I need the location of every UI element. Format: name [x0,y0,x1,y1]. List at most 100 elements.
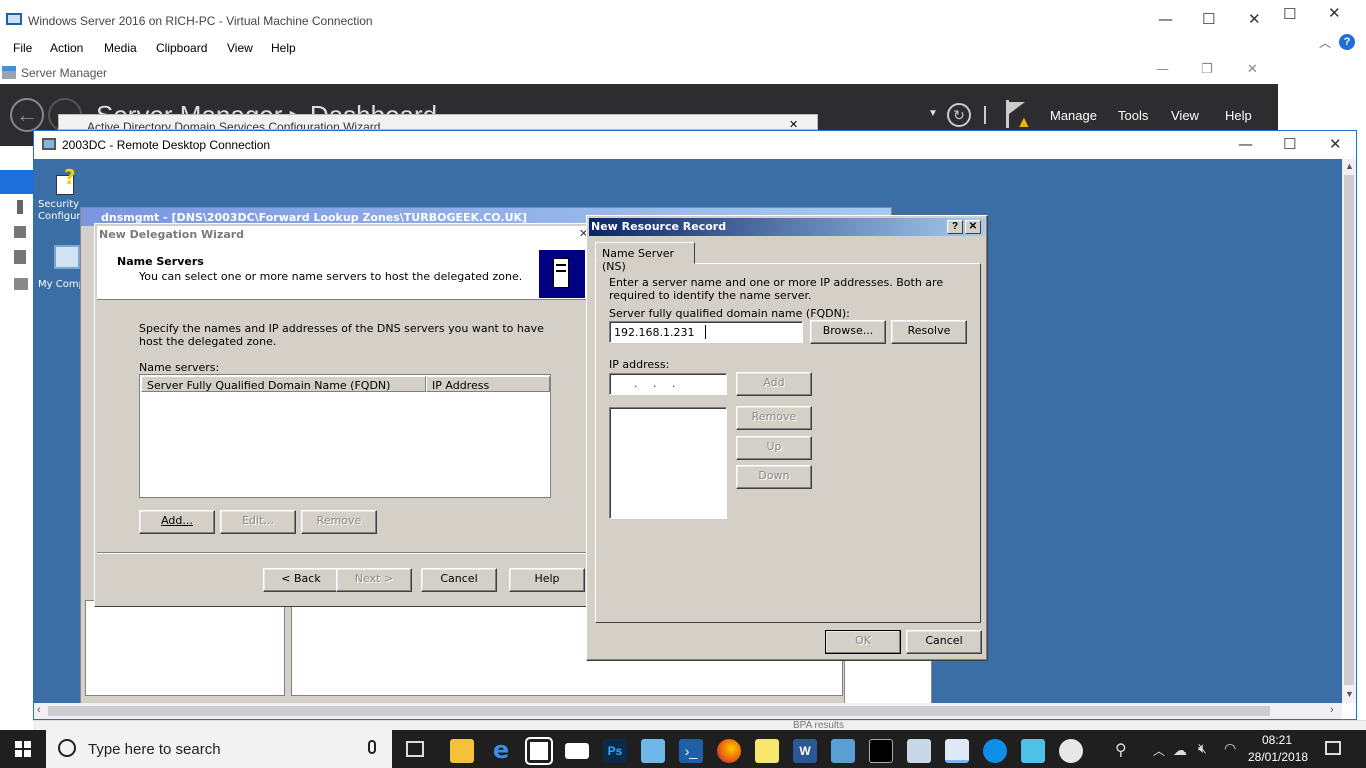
sm-menu-help[interactable]: Help [1225,108,1252,123]
all-servers-icon[interactable] [14,226,26,238]
ad-ds-icon[interactable] [14,250,26,264]
sm-restore-icon[interactable]: ❐ [1201,62,1213,77]
back-button[interactable]: < Back [263,568,339,592]
sticky-notes-icon[interactable] [755,739,779,763]
vm-maximize-icon[interactable]: ☐ [1202,10,1215,28]
mail-icon[interactable] [565,743,589,759]
powershell-icon[interactable]: ›_ [679,739,703,763]
scroll-down-icon[interactable]: ▼ [1345,689,1354,699]
menu-media[interactable]: Media [104,41,137,55]
next-button[interactable]: Next > [336,568,412,592]
microphone-icon[interactable] [368,740,376,754]
file-services-icon[interactable] [14,278,28,290]
scroll-up-icon[interactable]: ▲ [1345,161,1354,171]
name-servers-list[interactable]: Server Fully Qualified Domain Name (FQDN… [139,374,551,498]
hscroll-thumb[interactable] [48,706,1270,716]
remove-button[interactable]: Remove [301,510,377,534]
sm-app-icon [2,66,16,79]
ip-address-input[interactable]: . . . [609,373,727,395]
menu-view[interactable]: View [227,41,253,55]
taskbar: Type here to search e Ps ›_ W ⚲ ︿ ☁ 🔇︎ ◠… [0,730,1366,768]
task-view-icon[interactable] [406,741,424,757]
edge-icon[interactable]: e [489,738,513,763]
dropdown-icon[interactable]: ▼ [928,108,938,119]
monitor-app-icon[interactable] [907,739,931,763]
scroll-left-icon[interactable]: ‹ [37,704,41,716]
rdp-maximize-icon[interactable]: ☐ [1283,135,1296,153]
resolve-button[interactable]: Resolve [891,320,967,344]
clock-date[interactable]: 28/01/2018 [1248,750,1308,764]
my-computer-icon[interactable] [54,245,80,269]
remote-desktop-taskbar-icon[interactable] [945,739,969,763]
teamviewer-icon[interactable] [983,739,1007,763]
sm-menu-manage[interactable]: Manage [1050,108,1097,123]
network-app-icon[interactable] [831,739,855,763]
tab-name-server[interactable]: Name Server (NS) [595,242,695,273]
chevron-up-icon[interactable]: ︿ [1319,34,1331,51]
help-icon[interactable]: ? [1339,34,1355,50]
fqdn-input[interactable]: 192.168.1.231 [609,321,803,343]
dashboard-icon[interactable] [0,170,33,194]
rdp-horizontal-scrollbar[interactable]: ‹ › [34,703,1342,719]
edit-button[interactable]: Edit... [220,510,296,534]
rr-cancel-button[interactable]: Cancel [906,630,982,654]
cmd-icon[interactable] [869,739,893,763]
rdp-close-icon[interactable]: ✕ [1329,135,1342,153]
ip-up-button[interactable]: Up [736,436,812,460]
rr-help-icon[interactable]: ? [947,220,963,234]
security-config-icon[interactable]: ? [52,165,82,197]
file-explorer-icon[interactable] [450,739,474,763]
ip-add-button[interactable]: Add [736,372,812,396]
back-arrow-icon[interactable]: ← [10,98,44,132]
col-header-fqdn[interactable]: Server Fully Qualified Domain Name (FQDN… [141,376,426,392]
action-center-icon[interactable] [1325,741,1341,755]
col-header-ip[interactable]: IP Address [426,376,550,392]
ad-wizard-close-icon[interactable]: ✕ [789,118,798,129]
rdp-minimize-icon[interactable]: — [1238,135,1253,153]
rr-title: New Resource Record [591,220,727,233]
browse-button[interactable]: Browse... [810,320,886,344]
menu-file[interactable]: File [13,41,32,55]
hyperv-icon[interactable] [1021,739,1045,763]
firefox-icon[interactable] [717,739,741,763]
server-app-icon[interactable] [641,739,665,763]
people-icon[interactable]: ⚲ [1115,740,1127,760]
ok-button[interactable]: OK [825,630,901,654]
store-icon[interactable] [527,739,551,763]
refresh-icon[interactable]: ↻ [947,103,971,127]
add-button[interactable]: Add... [139,510,215,534]
volume-muted-icon[interactable]: 🔇︎ [1198,740,1207,757]
vm-minimize-icon[interactable]: — [1158,10,1173,28]
host-close-icon[interactable]: ✕ [1328,4,1341,22]
local-server-icon[interactable] [17,200,23,214]
vm-close-icon[interactable]: ✕ [1248,10,1261,28]
sm-menu-tools[interactable]: Tools [1118,108,1148,123]
menu-clipboard[interactable]: Clipboard [156,41,207,55]
start-button[interactable] [0,730,46,768]
ip-address-list[interactable] [609,407,727,519]
ip-remove-button[interactable]: Remove [736,406,812,430]
scroll-thumb[interactable] [1344,175,1354,685]
word-icon[interactable]: W [793,739,817,763]
ip-down-button[interactable]: Down [736,465,812,489]
search-box[interactable]: Type here to search [46,730,392,768]
sm-menu-view[interactable]: View [1171,108,1199,123]
photoshop-icon[interactable]: Ps [603,739,627,763]
host-maximize-icon[interactable]: ☐ [1283,5,1296,23]
tray-chevron-icon[interactable]: ︿ [1153,742,1165,759]
notifications-flag-icon[interactable]: ▲ [1006,100,1032,131]
paint-icon[interactable] [1059,739,1083,763]
scroll-right-icon[interactable]: › [1330,704,1334,716]
sm-titlebar: Server Manager — ❐ ✕ [0,62,1278,84]
menu-help[interactable]: Help [271,41,296,55]
help-button[interactable]: Help [509,568,585,592]
sm-minimize-icon[interactable]: — [1156,62,1169,77]
menu-action[interactable]: Action [50,41,83,55]
rr-close-icon[interactable]: ✕ [965,220,981,234]
sm-close-icon[interactable]: ✕ [1247,62,1258,77]
onedrive-icon[interactable]: ☁ [1173,742,1187,759]
wifi-icon[interactable]: ◠ [1224,740,1236,757]
cancel-button[interactable]: Cancel [421,568,497,592]
rdp-vertical-scrollbar[interactable]: ▲ ▼ [1342,159,1356,703]
clock-time[interactable]: 08:21 [1262,733,1292,747]
